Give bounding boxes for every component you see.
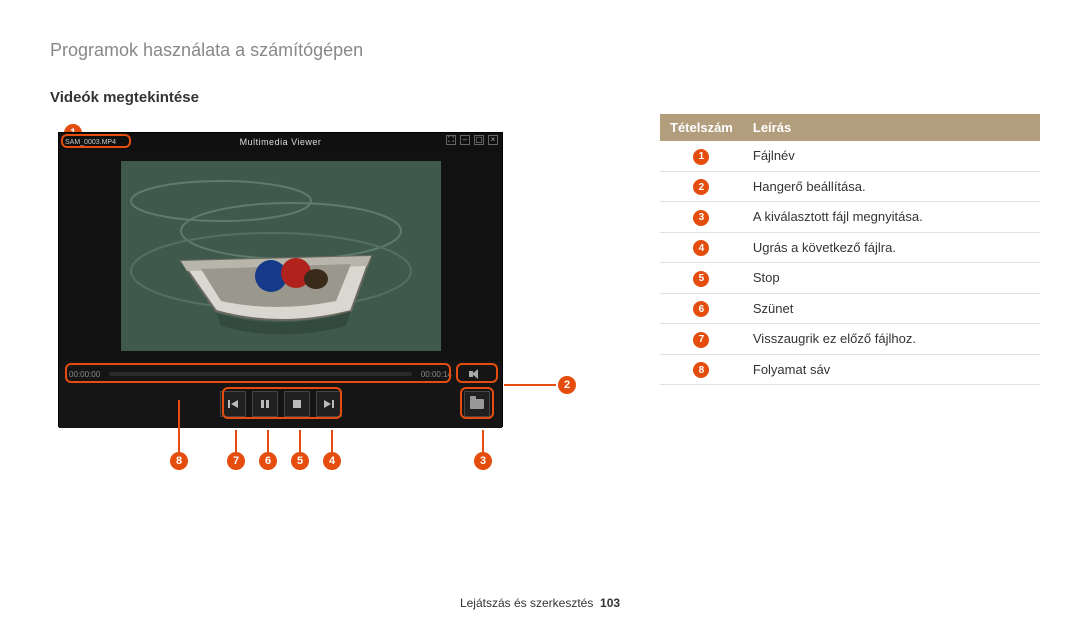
player-diagram: 1 SAM_0003.MP4 Multimedia Viewer ⛶ – ▢ ×: [50, 132, 550, 472]
callout-4: 4: [323, 452, 341, 470]
window-titlebar: SAM_0003.MP4 Multimedia Viewer ⛶ – ▢ ×: [59, 133, 502, 151]
callout-3: 3: [474, 452, 492, 470]
table-row: 2 Hangerő beállítása.: [660, 171, 1040, 202]
callout-6: 6: [259, 452, 277, 470]
table-row: 6 Szünet: [660, 293, 1040, 324]
callout-2: 2: [558, 376, 576, 394]
table-row: 5 Stop: [660, 263, 1040, 294]
table-row: 3 A kiválasztott fájl megnyitása.: [660, 202, 1040, 233]
player-controls: 00:00:00 00:00:14: [59, 361, 502, 428]
callout-8: 8: [170, 452, 188, 470]
table-header-desc: Leírás: [743, 114, 1040, 141]
section-title: Videók megtekintése: [50, 89, 1030, 106]
footer-section: Lejátszás és szerkesztés: [460, 596, 593, 610]
page-number: 103: [600, 596, 620, 610]
page-footer: Lejátszás és szerkesztés 103: [0, 596, 1080, 610]
chapter-title: Programok használata a számítógépen: [50, 40, 1030, 61]
table-header-number: Tételszám: [660, 114, 743, 141]
table-row: 4 Ugrás a következő fájlra.: [660, 232, 1040, 263]
callout-5: 5: [291, 452, 309, 470]
multimedia-viewer-window: SAM_0003.MP4 Multimedia Viewer ⛶ – ▢ ×: [58, 132, 503, 427]
legend-table: Tételszám Leírás 1 Fájlnév 2 Hangerő beá…: [660, 114, 1040, 385]
table-row: 8 Folyamat sáv: [660, 354, 1040, 385]
window-maximize-icon[interactable]: ▢: [474, 135, 484, 145]
window-minimize-icon[interactable]: –: [460, 135, 470, 145]
callout-7: 7: [227, 452, 245, 470]
app-title: Multimedia Viewer: [59, 137, 502, 147]
window-fullscreen-icon[interactable]: ⛶: [446, 135, 456, 145]
video-preview: [59, 151, 502, 361]
table-row: 7 Visszaugrik ez előző fájlhoz.: [660, 324, 1040, 355]
window-close-icon[interactable]: ×: [488, 135, 498, 145]
window-controls: ⛶ – ▢ ×: [446, 135, 498, 145]
table-row: 1 Fájlnév: [660, 141, 1040, 171]
